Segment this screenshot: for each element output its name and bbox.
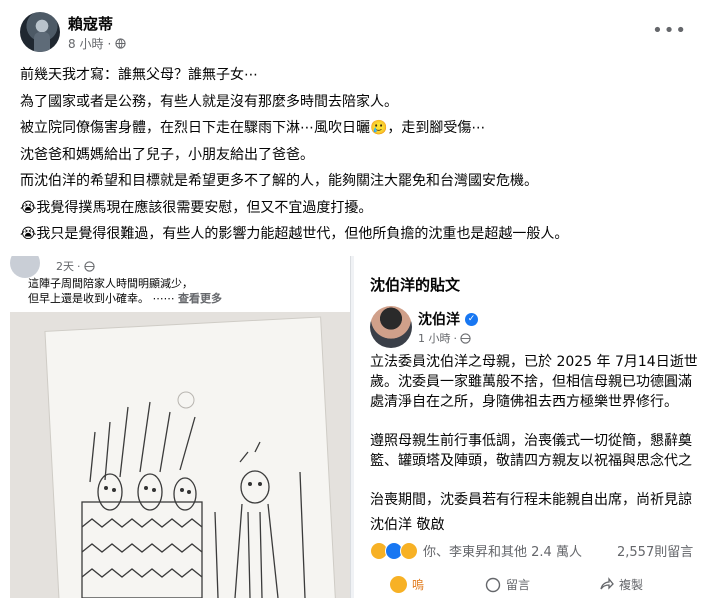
sad-reaction-button[interactable]: 嗚	[390, 576, 424, 593]
left-text-line: 但早上還是收到小確幸。	[28, 292, 149, 305]
ellipsis: ⋯⋯	[152, 292, 175, 305]
meta-separator: ·	[107, 36, 112, 51]
verified-badge-icon: ✓	[465, 312, 478, 326]
shared-author[interactable]: 沈伯洋 ✓	[418, 309, 478, 329]
comment-icon	[485, 577, 501, 592]
globe-icon	[115, 38, 126, 49]
post-line: 為了國家或者是公務，有些人就是沒有那麼多時間去陪家人。	[20, 93, 398, 110]
shared-author-name[interactable]: 沈伯洋	[418, 309, 460, 329]
post-body: 前幾天我才寫：誰無父母？誰無子女⋯ 為了國家或者是公務，有些人就是沒有那麼多時間…	[20, 62, 690, 248]
shared-time[interactable]: 1 小時	[418, 330, 451, 346]
post-line: 而沈伯洋的希望和目標就是希望更多不了解的人，能夠關注大罷免和台灣國安危機。	[20, 173, 538, 189]
post-time[interactable]: 8 小時	[68, 35, 103, 52]
text-line: 籃、罐頭塔及陣頭，敬請四方親友以祝福與思念代之	[370, 453, 692, 469]
shared-post-right: 沈伯洋的貼文 沈伯洋 ✓ 1 小時 · 立法委員沈伯洋之母親，已於 2025 年…	[354, 256, 703, 598]
comment-button[interactable]: 留言	[485, 576, 530, 593]
copy-button[interactable]: 複製	[598, 576, 643, 593]
shared-meta: 1 小時 ·	[418, 330, 471, 346]
left-text-line2: 但早上還是收到小確幸。 ⋯⋯ 查看更多	[28, 291, 222, 306]
action-label: 嗚	[412, 578, 425, 592]
globe-icon	[83, 260, 95, 272]
more-options-icon[interactable]: •••	[652, 20, 687, 41]
post-line: 前幾天我才寫：誰無父母？誰無子女⋯	[20, 67, 258, 83]
text-line: 立法委員沈伯洋之母親，已於 2025 年 7月14日逝世	[370, 354, 698, 370]
child-drawing-photo	[10, 312, 350, 598]
shared-post-title: 沈伯洋的貼文	[370, 276, 461, 294]
signature: 沈伯洋 敬啟	[370, 517, 445, 533]
see-more-link[interactable]: 查看更多	[178, 292, 222, 305]
drawing-image	[10, 312, 350, 598]
text-line: 處清淨自在之所，身隨佛祖去西方極樂世界修行。	[370, 394, 678, 410]
globe-icon	[460, 332, 471, 344]
author-avatar[interactable]	[20, 12, 60, 52]
reaction-summary[interactable]: 你、李東昇和其他 2.4 萬人	[370, 541, 582, 560]
post-meta: 8 小時 ·	[68, 35, 126, 52]
paragraph-1: 立法委員沈伯洋之母親，已於 2025 年 7月14日逝世 歲。沈委員一家雖萬般不捨…	[370, 352, 703, 412]
meta-separator: ·	[77, 259, 81, 273]
meta-separator: ·	[453, 331, 458, 345]
left-text-line: 這陣子周間陪家人時間明顯減少，	[28, 277, 193, 290]
author-name[interactable]: 賴寇蒂	[68, 13, 113, 34]
post-header: 賴寇蒂 8 小時 · •••	[0, 0, 703, 58]
shared-screenshots: 2天 · 這陣子周間陪家人時間明顯減少， 但早上還是收到小確幸。 ⋯⋯ 查看更多	[0, 256, 703, 598]
post-line: 😭我覺得撲馬現在應該很需要安慰，但又不宜過度打擾。	[20, 199, 373, 216]
shen-avatar[interactable]	[370, 306, 412, 348]
share-icon	[600, 576, 614, 590]
reaction-names[interactable]: 你、李東昇和其他 2.4 萬人	[423, 541, 582, 560]
paragraph-3: 治喪期間，沈委員若有行程未能親自出席，尚祈見諒	[370, 492, 692, 508]
action-label: 留言	[506, 578, 531, 592]
action-label: 複製	[619, 578, 644, 592]
left-text: 這陣子周間陪家人時間明顯減少， 但早上還是收到小確幸。 ⋯⋯ 查看更多	[28, 276, 222, 306]
left-meta: 2天 ·	[56, 258, 95, 274]
post-line: 😭我只是覺得很難過，有些人的影響力能超越世代，但他所負擔的沈重也是超越一般人。	[20, 226, 569, 242]
post-line: 沈爸爸和媽媽給出了兒子，小朋友給出了爸爸。	[20, 146, 314, 163]
text-line: 歲。沈委員一家雖萬般不捨，但相信母親已功德圓滿	[370, 374, 692, 390]
left-time: 2天	[56, 260, 74, 273]
sad-reaction-icon	[400, 541, 418, 560]
post-line: 被立院同僚傷害身體，在烈日下走在驟雨下淋⋯風吹日曬🥲，走到腳受傷⋯	[20, 120, 486, 136]
shared-post-left: 2天 · 這陣子周間陪家人時間明顯減少， 但早上還是收到小確幸。 ⋯⋯ 查看更多	[0, 256, 351, 598]
sad-emoji-icon	[390, 576, 407, 593]
action-bar: 嗚 留言 複製	[370, 574, 703, 598]
text-line: 遵照母親生前行事低調，治喪儀式一切從簡，懇辭奠	[370, 433, 692, 449]
shared-body: 立法委員沈伯洋之母親，已於 2025 年 7月14日逝世 歲。沈委員一家雖萬般不捨…	[370, 352, 703, 510]
left-avatar	[10, 256, 40, 278]
paragraph-2: 遵照母親生前行事低調，治喪儀式一切從簡，懇辭奠 籃、罐頭塔及陣頭，敬請四方親友以祝…	[370, 431, 703, 471]
comment-count[interactable]: 2,557則留言	[617, 541, 693, 560]
